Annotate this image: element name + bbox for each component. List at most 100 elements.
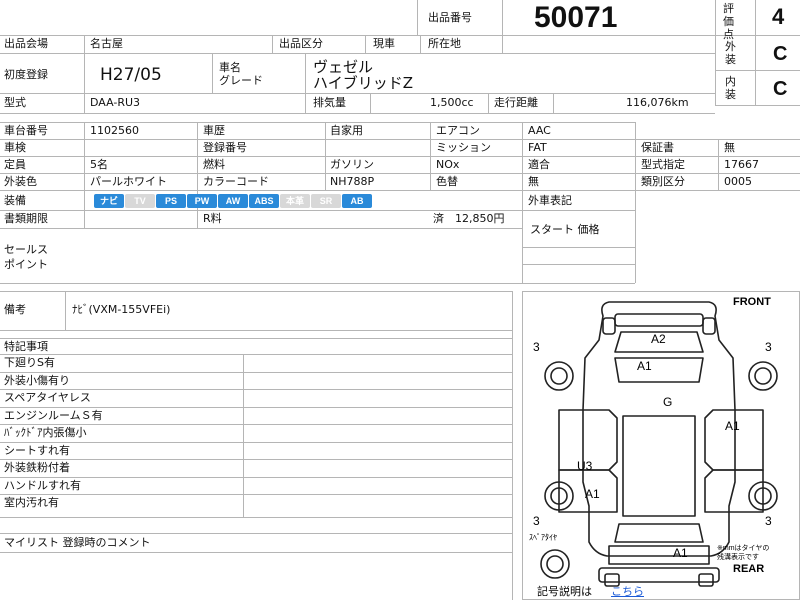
- equipment-chip: PS: [156, 194, 186, 208]
- sales-point-label: セールス ポイント: [4, 243, 48, 271]
- equipment-chip: ABS: [249, 194, 279, 208]
- car-name-label: 車名: [219, 61, 241, 74]
- damage-mark: A1: [725, 419, 740, 433]
- class-value: 0005: [724, 175, 752, 188]
- first-reg-value: H27/05: [100, 65, 162, 85]
- interior-score: C: [773, 78, 788, 100]
- note-item: エンジンルームＳ有: [4, 409, 103, 422]
- repaint-value: 無: [528, 175, 539, 188]
- damage-mark: A1: [585, 487, 600, 501]
- equipment-chip: AB: [342, 194, 372, 208]
- model-label: 型式: [4, 96, 26, 109]
- regno-label: 登録番号: [203, 141, 247, 154]
- nox-label: NOx: [436, 158, 460, 171]
- fuel-label: 燃料: [203, 158, 225, 171]
- venue-value: 名古屋: [90, 37, 123, 50]
- chassis-value: 1102560: [90, 124, 139, 137]
- damage-mark: G: [663, 395, 673, 409]
- legend-text: 記号説明は: [537, 586, 592, 598]
- remarks-label: 備考: [4, 303, 26, 316]
- history-value: 自家用: [330, 124, 363, 137]
- interior-label: 内装: [725, 75, 736, 101]
- colorcode-value: NH788P: [330, 175, 375, 188]
- r-value: 済 12,850円: [433, 212, 505, 225]
- ac-label: エアコン: [436, 124, 480, 137]
- lot-number: 50071: [534, 1, 618, 34]
- exterior-label: 外装: [725, 40, 736, 66]
- location-label: 所在地: [428, 37, 461, 50]
- note-divider: [0, 442, 512, 443]
- note-item: ハンドルすれ有: [4, 479, 81, 492]
- equipment-chip: TV: [125, 194, 155, 208]
- spare-tire-label: ｽﾍﾟｱﾀｲﾔ: [529, 533, 557, 542]
- equipment-chip: ナビ: [94, 194, 124, 208]
- tire-tread-mark: 3: [533, 514, 540, 528]
- mileage-value: 116,076km: [626, 96, 689, 109]
- capacity-label: 定員: [4, 158, 26, 171]
- equipment-label: 装備: [4, 194, 26, 207]
- note-divider: [0, 494, 512, 495]
- equipment-chip: AW: [218, 194, 248, 208]
- front-label: FRONT: [733, 296, 771, 308]
- note-item: シートすれ有: [4, 444, 70, 457]
- tread-note: ※mmはタイヤの 残溝表示です: [717, 545, 770, 561]
- colorcode-label: カラーコード: [203, 175, 269, 188]
- damage-mark: U3: [577, 459, 593, 473]
- fuel-value: ガソリン: [330, 158, 374, 171]
- mileage-label: 走行距離: [494, 96, 538, 109]
- condition-diagram: FRONT REAR ｽﾍﾟｱﾀｲﾔ ※mmはタイヤの 残溝表示です A2 A1…: [522, 291, 800, 600]
- note-item: ﾊﾞｯｸﾄﾞｱ内張傷小: [4, 426, 87, 439]
- grade-value: ハイブリッドZ: [313, 74, 413, 92]
- category-label: 出品区分: [279, 37, 323, 50]
- warranty-value: 無: [724, 141, 735, 154]
- note-divider: [0, 372, 512, 373]
- category-value: 現車: [373, 37, 395, 50]
- note-divider: [0, 354, 512, 355]
- displacement-label: 排気量: [313, 96, 346, 109]
- note-item: 室内汚れ有: [4, 496, 59, 509]
- ac-value: AAC: [528, 124, 551, 137]
- docs-label: 書類期限: [4, 212, 48, 225]
- typecert-label: 型式指定: [641, 158, 685, 171]
- equipment-chip: PW: [187, 194, 217, 208]
- eval-label: 評価点: [723, 2, 734, 41]
- venue-label: 出品会場: [4, 37, 48, 50]
- rear-label: REAR: [733, 563, 765, 575]
- mylist-label: マイリスト 登録時のコメント: [4, 536, 151, 549]
- inspection-label: 車検: [4, 141, 26, 154]
- damage-mark: A1: [637, 359, 652, 373]
- exterior-score: C: [773, 43, 788, 65]
- damage-mark: A2: [651, 332, 666, 346]
- nox-value: 適合: [528, 158, 550, 171]
- note-item: スペアタイヤレス: [4, 391, 91, 404]
- displacement-value: 1,500cc: [430, 96, 474, 109]
- grade-label: グレード: [219, 74, 263, 87]
- capacity-value: 5名: [90, 158, 108, 171]
- equipment-chip: 本革: [280, 194, 310, 208]
- tire-tread-mark: 3: [765, 514, 772, 528]
- model-value: DAA-RU3: [90, 96, 141, 109]
- lot-label: 出品番号: [428, 11, 472, 24]
- equipment-chip: SR: [311, 194, 341, 208]
- tire-tread-mark: 3: [765, 340, 772, 354]
- first-reg-label: 初度登録: [4, 68, 48, 81]
- note-item: 下廻りS有: [4, 356, 55, 369]
- lot-number-header: 出品番号 50071: [0, 0, 715, 36]
- mission-value: FAT: [528, 141, 547, 154]
- color-label: 外装色: [4, 175, 37, 188]
- note-item: 外装鉄粉付着: [4, 461, 70, 474]
- repaint-label: 色替: [436, 175, 458, 188]
- r-label: R料: [203, 212, 222, 225]
- tire-tread-mark: 3: [533, 340, 540, 354]
- typecert-value: 17667: [724, 158, 759, 171]
- start-price-label: スタート 価格: [530, 223, 600, 236]
- history-label: 車歴: [203, 124, 225, 137]
- note-divider: [0, 459, 512, 460]
- foreign-label: 外車表記: [528, 194, 572, 207]
- eval-score: 4: [772, 4, 785, 29]
- color-value: パールホワイト: [90, 175, 167, 188]
- legend-link[interactable]: こちら: [611, 583, 644, 599]
- remarks-value: ﾅﾋﾞ(VXM-155VFEi): [72, 303, 171, 316]
- damage-mark: A1: [673, 546, 688, 560]
- class-label: 類別区分: [641, 175, 685, 188]
